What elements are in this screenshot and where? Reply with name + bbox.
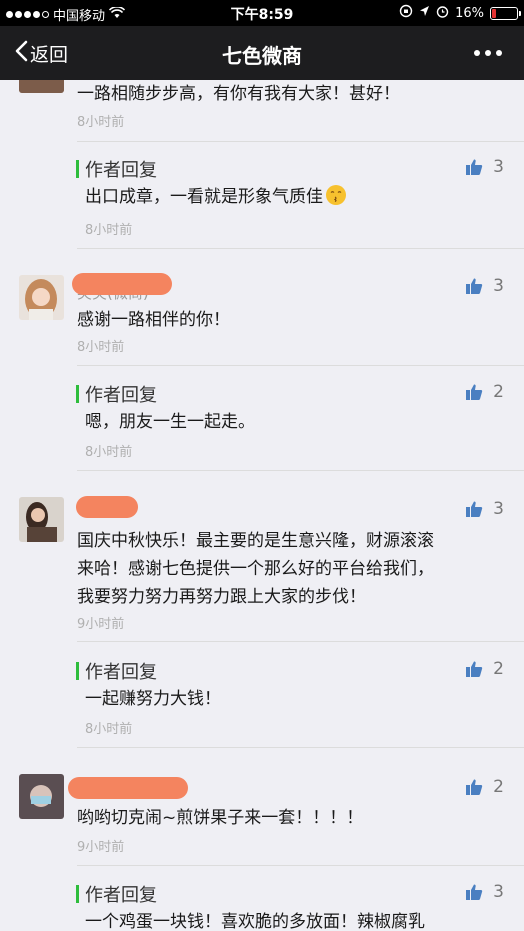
- reply-text: 嗯，朋友一生一起走。: [85, 412, 255, 432]
- like-button[interactable]: 3: [465, 276, 504, 296]
- reply-time: 8小时前: [85, 722, 133, 737]
- avatar[interactable]: [19, 497, 64, 542]
- like-button[interactable]: 3: [465, 499, 504, 519]
- like-count: 2: [493, 777, 504, 797]
- avatar[interactable]: [19, 774, 64, 819]
- battery-percent: 16%: [455, 5, 484, 21]
- more-menu-button[interactable]: [474, 50, 502, 56]
- comment-time: 8小时前: [77, 115, 125, 130]
- like-button[interactable]: 2: [465, 382, 504, 402]
- reply-time: 8小时前: [85, 223, 133, 238]
- alarm-icon: [436, 5, 449, 22]
- author-reply-header: 作者回复: [76, 156, 157, 182]
- reply-marker: [76, 160, 79, 178]
- comment-line: 来哈！感谢七色提供一个那么好的平台给我们，: [77, 559, 434, 579]
- like-count: 3: [493, 499, 504, 519]
- comment-list: 一路相随步步高，有你有我有大家！甚好！ 8小时前 作者回复 3 出口成章，一看就…: [0, 80, 524, 931]
- thumbs-up-icon: [465, 660, 483, 678]
- nav-bar: 返回 七色微商: [0, 26, 524, 80]
- avatar[interactable]: [19, 275, 64, 320]
- author-reply-header: 作者回复: [76, 881, 157, 907]
- divider: [77, 248, 524, 249]
- like-button[interactable]: 3: [465, 157, 504, 177]
- rotation-lock-icon: [399, 4, 413, 22]
- divider: [77, 747, 524, 748]
- divider: [77, 641, 524, 642]
- author-reply-header: 作者回复: [76, 381, 157, 407]
- like-count: 3: [493, 157, 504, 177]
- location-icon: [419, 5, 430, 21]
- reply-marker: [76, 385, 79, 403]
- page-title: 七色微商: [222, 44, 302, 68]
- thumbs-up-icon: [465, 883, 483, 901]
- redacted-name: [68, 777, 188, 799]
- reply-label: 作者回复: [85, 385, 157, 406]
- like-button[interactable]: 2: [465, 659, 504, 679]
- reply-text-content: 出口成章，一看就是形象气质佳: [85, 187, 323, 207]
- comment-line: 国庆中秋快乐！最主要的是生意兴隆，财源滚滚: [77, 531, 434, 551]
- comment-text: 国庆中秋快乐！最主要的是生意兴隆，财源滚滚 来哈！感谢七色提供一个那么好的平台给…: [77, 527, 434, 611]
- reply-marker: [76, 662, 79, 680]
- divider: [77, 365, 524, 366]
- reply-label: 作者回复: [85, 160, 157, 181]
- status-right: 16%: [399, 4, 521, 22]
- comment-time: 9小时前: [77, 617, 125, 632]
- divider: [77, 865, 524, 866]
- reply-text: 出口成章，一看就是形象气质佳: [85, 183, 347, 211]
- status-bar: 中国移动 下午8:59 16%: [0, 0, 524, 26]
- divider: [77, 141, 524, 142]
- like-button[interactable]: 3: [465, 882, 504, 902]
- like-count: 2: [493, 382, 504, 402]
- battery-icon: [490, 6, 521, 20]
- reply-text: 一起赚努力大钱！: [85, 689, 221, 709]
- thumbs-up-icon: [465, 158, 483, 176]
- thumbs-up-icon: [465, 500, 483, 518]
- divider: [77, 470, 524, 471]
- reply-marker: [76, 885, 79, 903]
- reply-time: 8小时前: [85, 445, 133, 460]
- author-reply-header: 作者回复: [76, 658, 157, 684]
- reply-label: 作者回复: [85, 885, 157, 906]
- comment-time: 9小时前: [77, 840, 125, 855]
- thumbs-up-icon: [465, 383, 483, 401]
- like-count: 3: [493, 882, 504, 902]
- avatar[interactable]: [19, 80, 64, 93]
- reply-text: 一个鸡蛋一块钱！喜欢脆的多放面！辣椒腐乳: [85, 912, 425, 931]
- thumbs-up-icon: [465, 778, 483, 796]
- comment-text: 感谢一路相伴的你！: [77, 310, 230, 330]
- like-button[interactable]: 2: [465, 777, 504, 797]
- comment-text: 一路相随步步高，有你有我有大家！甚好！: [77, 84, 400, 104]
- thumbs-up-icon: [465, 277, 483, 295]
- redacted-name: [72, 273, 172, 295]
- redacted-name: [76, 496, 138, 518]
- like-count: 3: [493, 276, 504, 296]
- like-count: 2: [493, 659, 504, 679]
- kissing-face-icon: [325, 184, 347, 206]
- comment-time: 8小时前: [77, 340, 125, 355]
- reply-label: 作者回复: [85, 662, 157, 683]
- comment-line: 我要努力努力再努力跟上大家的步伐！: [77, 587, 366, 607]
- comment-text: 哟哟切克闹~煎饼果子来一套！！！！: [77, 808, 364, 828]
